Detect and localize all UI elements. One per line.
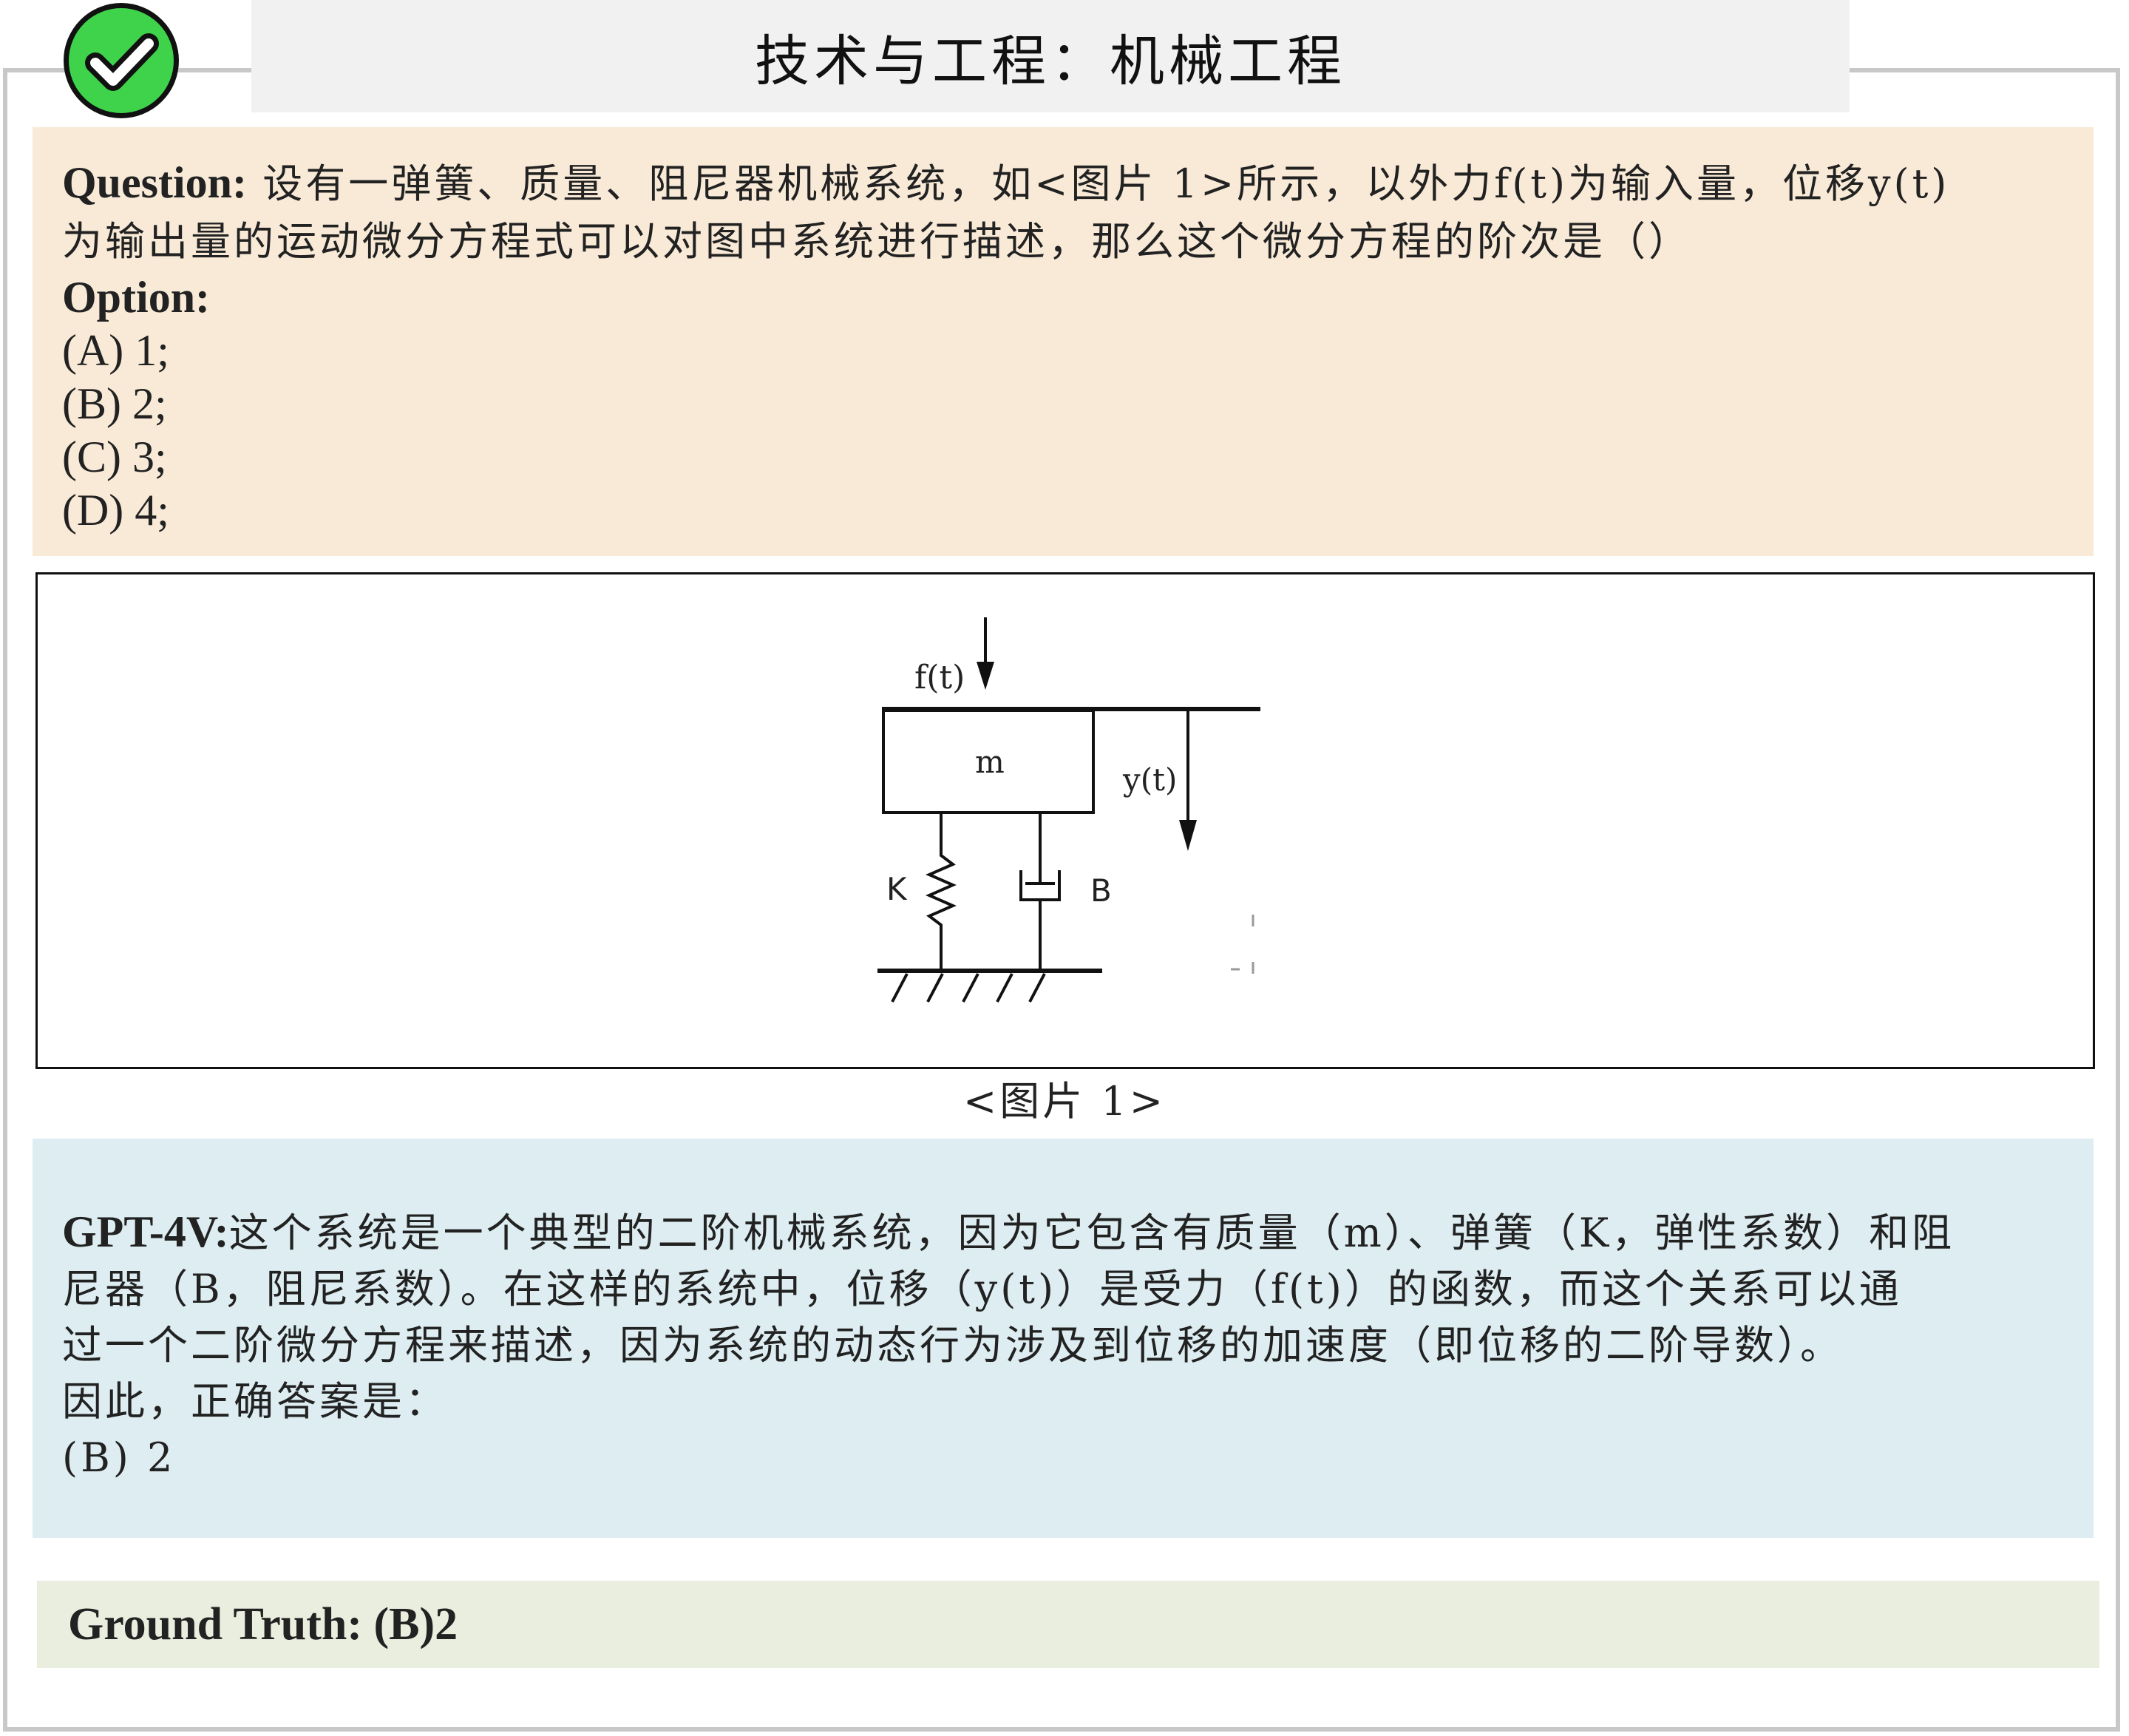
mass-label: m: [975, 744, 1005, 780]
answer-text-5: (B) 2: [62, 1434, 176, 1481]
answer-panel: GPT-4V:这个系统是一个典型的二阶机械系统，因为它包含有质量（m）、弹簧（K…: [33, 1139, 2094, 1538]
page-title: 技术与工程：机械工程: [755, 29, 1346, 93]
answer-text-2: 尼器（B，阻尼系数）。在这样的系统中，位移（y(t)）是受力（f(t)）的函数，…: [62, 1266, 1902, 1312]
answer-text-4: 因此，正确答案是：: [62, 1378, 448, 1425]
mass-spring-damper-diagram: f(t) m y(t) K B: [877, 617, 1260, 1003]
question-text-2: 为输出量的运动微分方程式可以对图中系统进行描述，那么这个微分方程的阶次是（）: [62, 218, 1691, 265]
answer-line-1: GPT-4V:这个系统是一个典型的二阶机械系统，因为它包含有质量（m）、弹簧（K…: [62, 1204, 2064, 1261]
option-c: (C) 3;: [62, 433, 167, 481]
option-d: (D) 4;: [62, 486, 169, 535]
option-b: (B) 2;: [62, 379, 167, 428]
figure-panel: f(t) m y(t) K B: [35, 572, 2095, 1069]
question-text-1: 设有一弹簧、质量、阻尼器机械系统，如<图片 1>所示，以外力f(t)为输入量，位…: [262, 160, 1950, 207]
ground-truth-text: Ground Truth: (B)2: [68, 1598, 458, 1649]
answer-text-3: 过一个二阶微分方程来描述，因为系统的动态行为涉及到位移的加速度（即位移的二阶导数…: [62, 1322, 1843, 1369]
question-panel: Question: 设有一弹簧、质量、阻尼器机械系统，如<图片 1>所示，以外力…: [33, 127, 2094, 556]
question-label: Question:: [62, 158, 248, 207]
damper-label: B: [1090, 872, 1112, 909]
option-label: Option:: [62, 273, 211, 322]
answer-text-1: 这个系统是一个典型的二阶机械系统，因为它包含有质量（m）、弹簧（K，弹性系数）和…: [228, 1210, 1955, 1256]
spring-label: K: [886, 871, 908, 907]
ground-truth-panel: Ground Truth: (B)2: [37, 1581, 2099, 1668]
option-a: (A) 1;: [62, 326, 169, 375]
check-icon: [64, 3, 179, 118]
displacement-label: y(t): [1122, 762, 1177, 798]
figure-caption: <图片 1>: [962, 1078, 1166, 1125]
answer-label: GPT-4V:: [62, 1207, 229, 1256]
force-label: f(t): [914, 659, 965, 696]
question-line-1: Question: 设有一弹簧、质量、阻尼器机械系统，如<图片 1>所示，以外力…: [62, 154, 2064, 213]
title-bar: 技术与工程：机械工程: [251, 0, 1850, 112]
